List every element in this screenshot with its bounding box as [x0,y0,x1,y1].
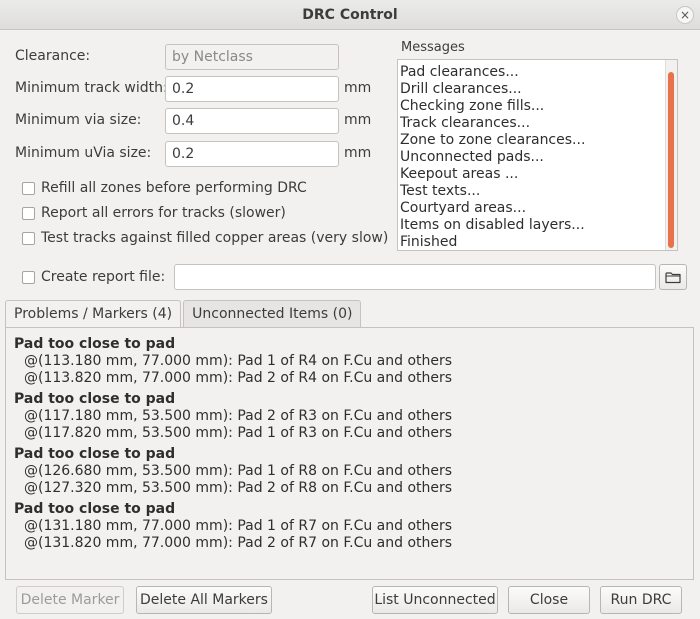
marker-title: Pad too close to pad [14,391,176,407]
marker-detail: @(117.820 mm, 53.500 mm): Pad 1 of R3 on… [24,425,453,441]
uvia-size-label: Minimum uVia size: [15,145,152,161]
uvia-size-unit: mm [344,145,372,161]
checkbox-box[interactable] [22,181,35,195]
markers-list[interactable]: Pad too close to pad @(113.180 mm, 77.000… [5,327,694,580]
marker-detail: @(127.320 mm, 53.500 mm): Pad 2 of R8 on… [24,480,453,496]
checkbox-box[interactable] [22,206,35,220]
marker-title: Pad too close to pad [14,336,176,352]
messages-list: Pad clearances... Drill clearances... Chec… [398,60,677,250]
track-width-unit: mm [344,80,372,96]
marker-detail: @(113.180 mm, 77.000 mm): Pad 1 of R4 on… [24,353,453,369]
report-all-errors-label: Report all errors for tracks (slower) [41,205,286,221]
message-line: Keepout areas ... [400,166,519,182]
marker-item[interactable]: Pad too close to pad @(126.680 mm, 53.500… [14,446,693,497]
via-size-label: Minimum via size: [15,112,142,128]
marker-detail: @(126.680 mm, 53.500 mm): Pad 1 of R8 on… [24,463,453,479]
report-file-input[interactable] [174,264,656,290]
test-tracks-label: Test tracks against filled copper areas … [41,230,389,246]
marker-detail: @(113.820 mm, 77.000 mm): Pad 2 of R4 on… [24,370,453,386]
track-width-label: Minimum track width: [15,80,168,96]
message-line: Checking zone fills... [400,98,545,114]
marker-title: Pad too close to pad [14,501,176,517]
tab-problems-markers[interactable]: Problems / Markers (4) [5,300,182,328]
marker-item[interactable]: Pad too close to pad @(117.180 mm, 53.500… [14,391,693,442]
marker-item[interactable]: Pad too close to pad @(113.180 mm, 77.000… [14,336,693,387]
title-bar: DRC Control × [0,0,700,30]
delete-marker-button[interactable]: Delete Marker [16,586,124,614]
test-tracks-checkbox[interactable]: Test tracks against filled copper areas … [22,230,388,246]
list-unconnected-button[interactable]: List Unconnected [372,586,498,614]
message-line: Courtyard areas... [400,200,527,216]
create-report-checkbox[interactable]: Create report file: [22,269,165,285]
report-all-errors-checkbox[interactable]: Report all errors for tracks (slower) [22,205,286,221]
messages-scrollbar[interactable] [665,60,677,250]
message-line: Finished [400,234,458,250]
browse-folder-button[interactable] [659,264,687,290]
via-size-unit: mm [344,112,372,128]
tab-unconnected-items[interactable]: Unconnected Items (0) [183,300,362,327]
marker-item[interactable]: Pad too close to pad @(131.180 mm, 77.000… [14,501,693,552]
via-size-input[interactable]: 0.4 [165,108,339,134]
message-line: Drill clearances... [400,81,522,97]
message-line: Items on disabled layers... [400,217,585,233]
marker-detail: @(117.180 mm, 53.500 mm): Pad 2 of R3 on… [24,408,453,424]
clearance-label: Clearance: [15,48,91,64]
checkbox-box[interactable] [22,270,35,284]
marker-detail: @(131.820 mm, 77.000 mm): Pad 2 of R7 on… [24,535,453,551]
folder-icon [665,271,681,283]
checkbox-box[interactable] [22,231,35,245]
messages-label: Messages [401,40,465,55]
refill-zones-label: Refill all zones before performing DRC [41,180,307,196]
message-line: Pad clearances... [400,64,519,80]
create-report-label: Create report file: [41,269,166,285]
message-line: Unconnected pads... [400,149,544,165]
message-line: Track clearances... [400,115,531,131]
track-width-input[interactable]: 0.2 [165,76,339,102]
close-button[interactable]: Close [508,586,590,614]
delete-all-markers-button[interactable]: Delete All Markers [136,586,272,614]
marker-title: Pad too close to pad [14,446,176,462]
tab-bar: Problems / Markers (4) Unconnected Items… [5,300,363,328]
refill-zones-checkbox[interactable]: Refill all zones before performing DRC [22,180,307,196]
uvia-size-input[interactable]: 0.2 [165,141,339,167]
window-title: DRC Control [302,6,398,23]
close-icon[interactable]: × [676,6,694,24]
message-line: Test texts... [400,183,481,199]
clearance-field: by Netclass [165,44,339,70]
run-drc-button[interactable]: Run DRC [600,586,682,614]
messages-panel[interactable]: Pad clearances... Drill clearances... Chec… [397,59,678,251]
marker-detail: @(131.180 mm, 77.000 mm): Pad 1 of R7 on… [24,518,453,534]
message-line: Zone to zone clearances... [400,132,586,148]
scrollbar-thumb[interactable] [668,72,674,248]
